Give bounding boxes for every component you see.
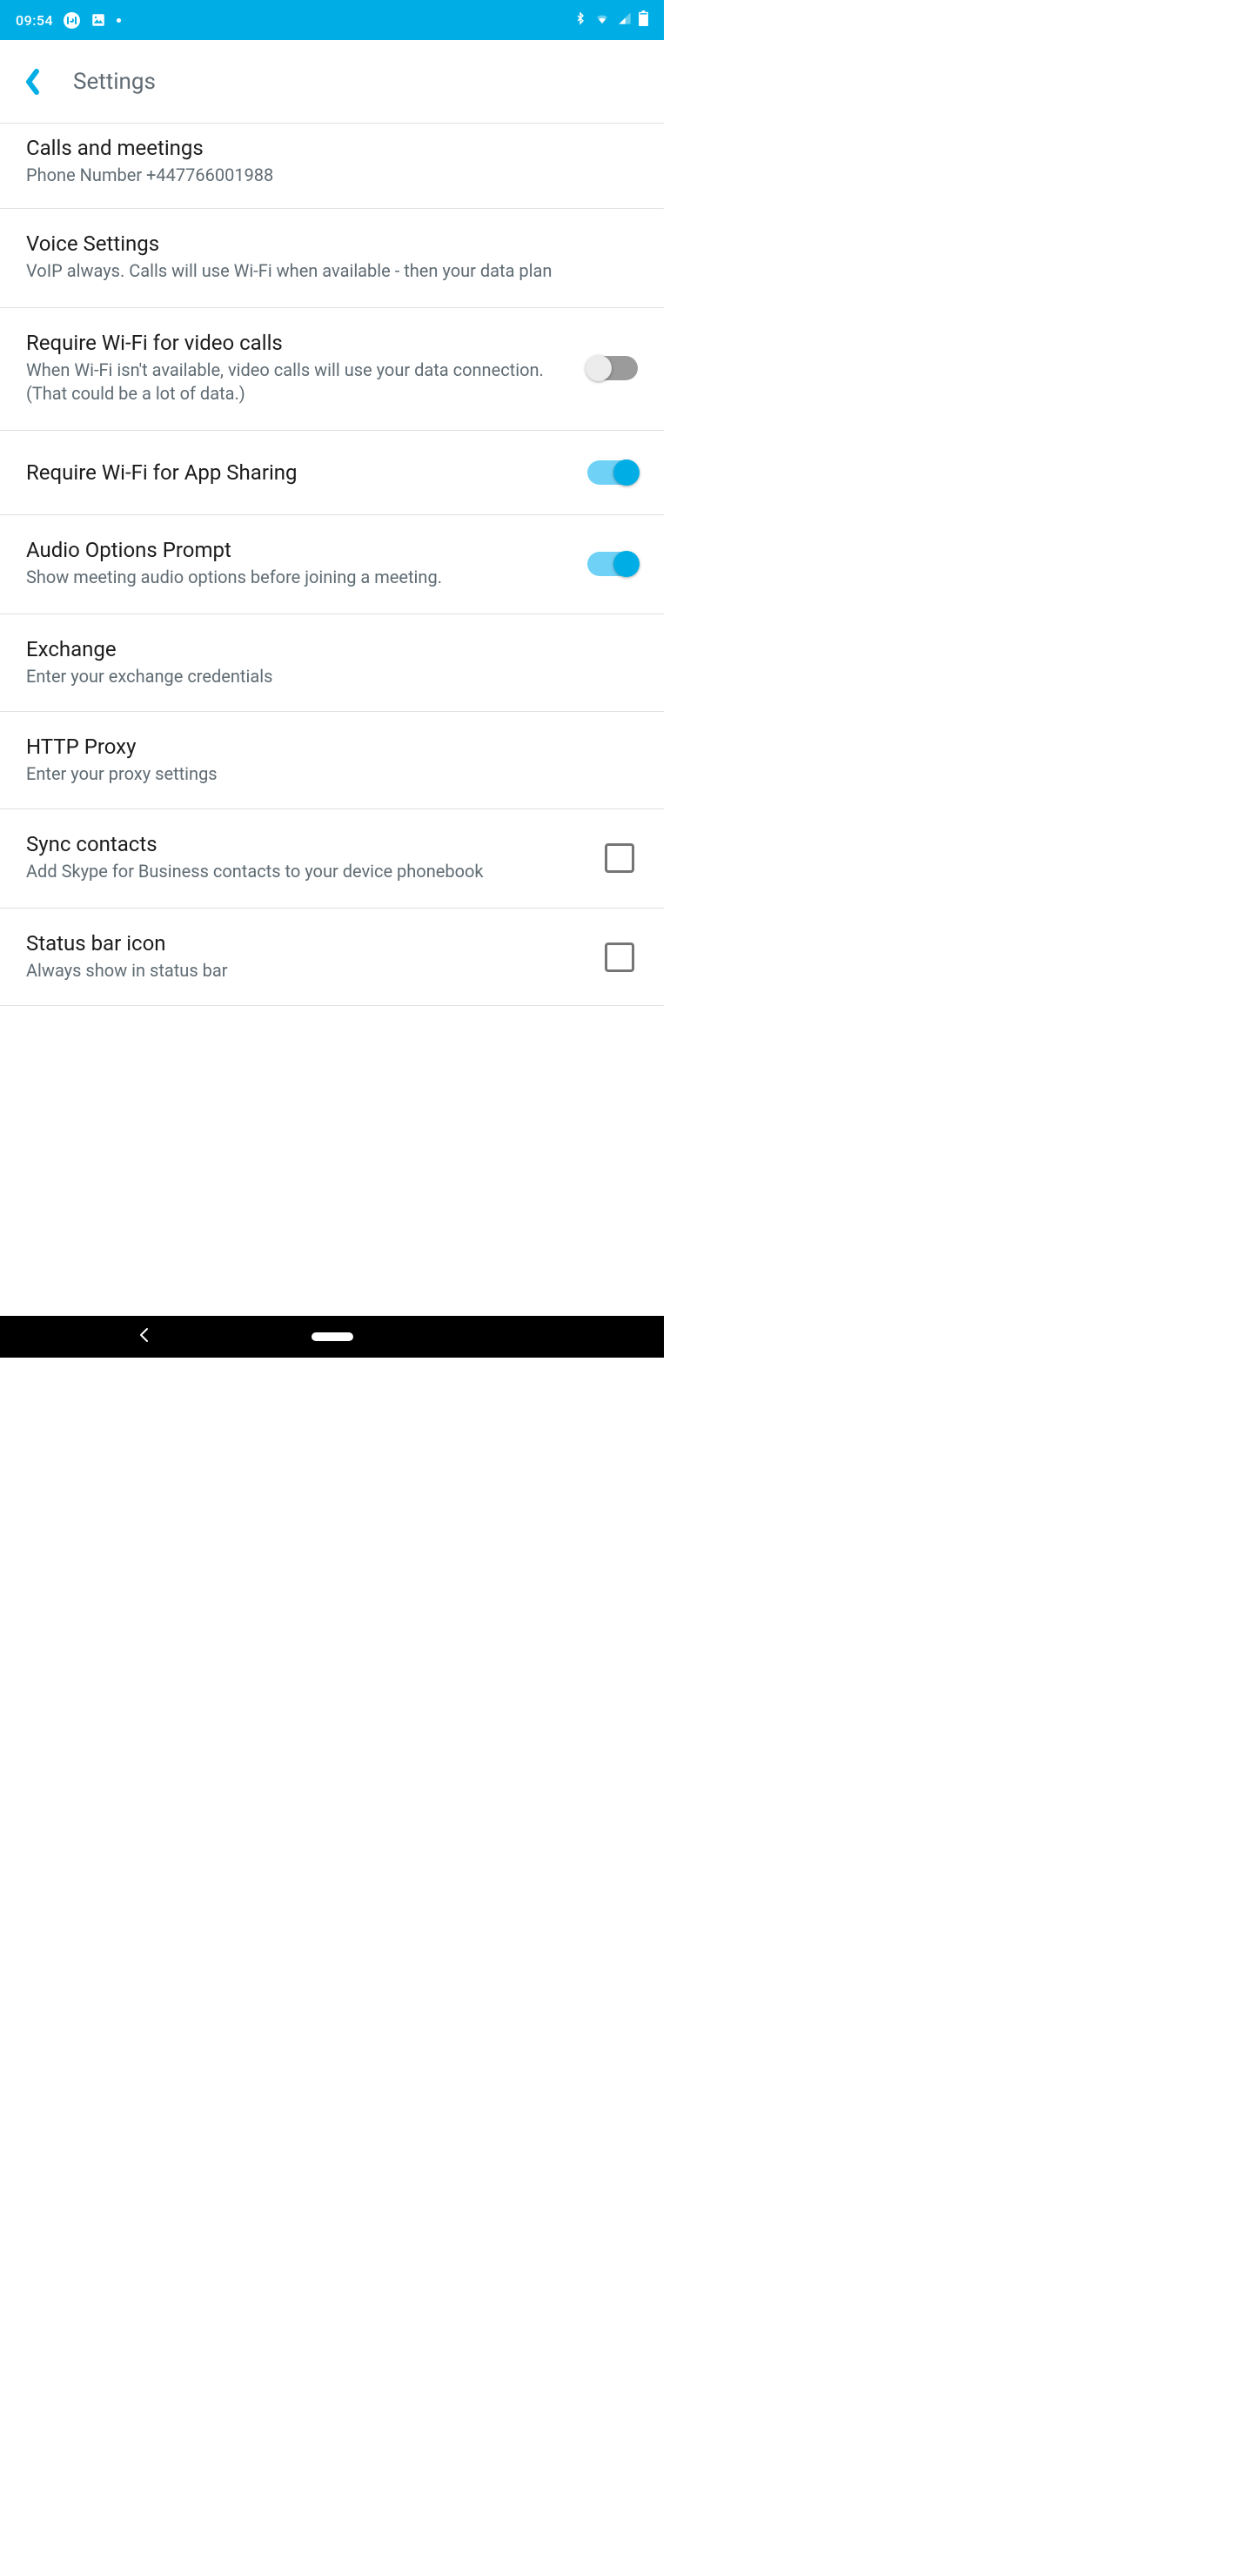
row-title: Voice Settings <box>26 231 620 256</box>
row-title: Require Wi-Fi for video calls <box>26 331 570 355</box>
bluetooth-icon <box>574 10 586 30</box>
row-subtitle: Enter your exchange credentials <box>26 665 620 688</box>
row-title: Exchange <box>26 637 620 661</box>
row-title: Sync contacts <box>26 832 587 856</box>
row-title: Audio Options Prompt <box>26 538 570 562</box>
wifi-icon <box>593 11 611 29</box>
row-title: Calls and meetings <box>26 136 620 160</box>
battery-icon <box>639 10 648 30</box>
wifi-sharing-toggle[interactable] <box>587 460 638 485</box>
row-subtitle: Enter your proxy settings <box>26 762 620 786</box>
audio-options-toggle[interactable] <box>587 552 638 576</box>
row-subtitle: Add Skype for Business contacts to your … <box>26 860 587 883</box>
status-bar: 09:54 <box>0 0 664 40</box>
row-title: Status bar icon <box>26 931 587 956</box>
nav-home-button[interactable] <box>312 1332 353 1341</box>
sync-contacts-checkbox[interactable] <box>605 843 634 873</box>
row-wifi-app-sharing[interactable]: Require Wi-Fi for App Sharing <box>0 431 664 515</box>
status-bar-icon-checkbox[interactable] <box>605 943 634 972</box>
settings-list: Calls and meetings Phone Number +4477660… <box>0 124 664 1316</box>
nav-back-button[interactable] <box>137 1327 150 1346</box>
wifi-video-toggle[interactable] <box>587 356 638 380</box>
row-subtitle: Always show in status bar <box>26 959 587 983</box>
row-calls-meetings[interactable]: Calls and meetings Phone Number +4477660… <box>0 124 664 209</box>
spotify-icon <box>64 12 80 29</box>
status-right <box>574 10 648 30</box>
row-http-proxy[interactable]: HTTP Proxy Enter your proxy settings <box>0 712 664 809</box>
page-title: Settings <box>73 69 156 95</box>
navigation-bar <box>0 1316 664 1358</box>
row-subtitle: Show meeting audio options before joinin… <box>26 566 570 589</box>
notification-dot-icon <box>117 18 121 23</box>
row-subtitle: When Wi-Fi isn't available, video calls … <box>26 359 570 406</box>
picture-icon <box>90 12 106 28</box>
chevron-left-icon <box>24 69 40 95</box>
row-voice-settings[interactable]: Voice Settings VoIP always. Calls will u… <box>0 209 664 308</box>
row-subtitle: VoIP always. Calls will use Wi-Fi when a… <box>26 259 620 283</box>
row-exchange[interactable]: Exchange Enter your exchange credentials <box>0 614 664 712</box>
row-title: HTTP Proxy <box>26 735 620 759</box>
app-bar: Settings <box>0 40 664 124</box>
status-time: 09:54 <box>16 12 53 29</box>
row-sync-contacts[interactable]: Sync contacts Add Skype for Business con… <box>0 809 664 909</box>
row-status-bar-icon[interactable]: Status bar icon Always show in status ba… <box>0 909 664 1006</box>
row-title: Require Wi-Fi for App Sharing <box>26 460 570 485</box>
back-button[interactable] <box>14 40 50 124</box>
row-audio-options[interactable]: Audio Options Prompt Show meeting audio … <box>0 515 664 614</box>
row-wifi-video[interactable]: Require Wi-Fi for video calls When Wi-Fi… <box>0 308 664 431</box>
row-subtitle: Phone Number +447766001988 <box>26 164 620 187</box>
cellular-icon <box>618 11 632 29</box>
